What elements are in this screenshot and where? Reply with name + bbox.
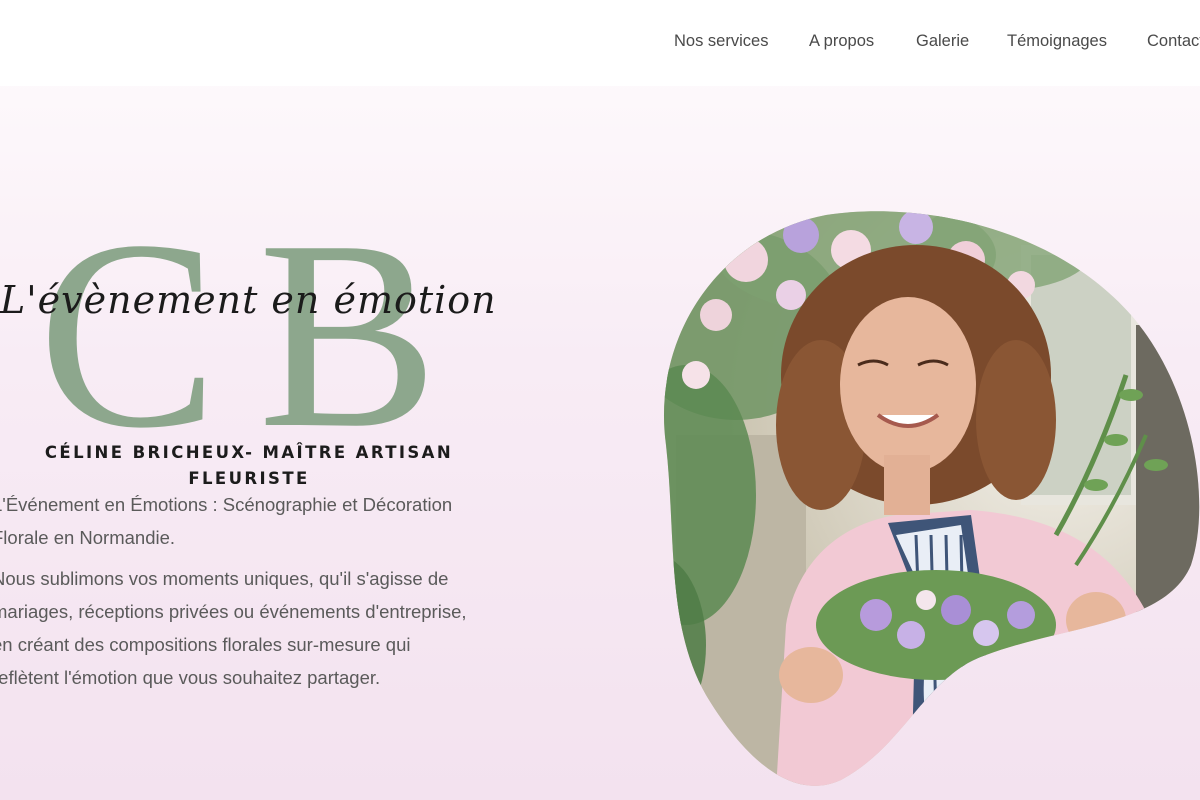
hero-text: L'Événement en Émotions : Scénographie e… (0, 488, 482, 702)
nav-link-testimonials[interactable]: Témoignages (1007, 32, 1107, 51)
nav-link-contact[interactable]: Contact (1147, 32, 1200, 51)
florist-portrait-photo (663, 211, 1200, 786)
logo-monogram-c: C (38, 185, 219, 484)
nav-link-services[interactable]: Nos services (674, 32, 768, 51)
nav-link-gallery[interactable]: Galerie (916, 32, 969, 51)
nav-link-about[interactable]: A propos (809, 32, 874, 51)
logo-tagline: L'évènement en émotion (0, 278, 497, 322)
hero-description-paragraph: Nous sublimons vos moments uniques, qu'i… (0, 568, 467, 688)
brand-subtitle: CÉLINE BRICHEUX- MAÎTRE ARTISAN FLEURIST… (44, 443, 454, 488)
hero-intro-paragraph: L'Événement en Émotions : Scénographie e… (0, 494, 453, 548)
logo-monogram-b: B (258, 185, 439, 484)
top-navigation: Nos services A propos Galerie Témoignage… (0, 0, 1200, 86)
brand-logo: C B L'évènement en émotion (0, 200, 500, 470)
dark-background-right (1136, 325, 1200, 625)
